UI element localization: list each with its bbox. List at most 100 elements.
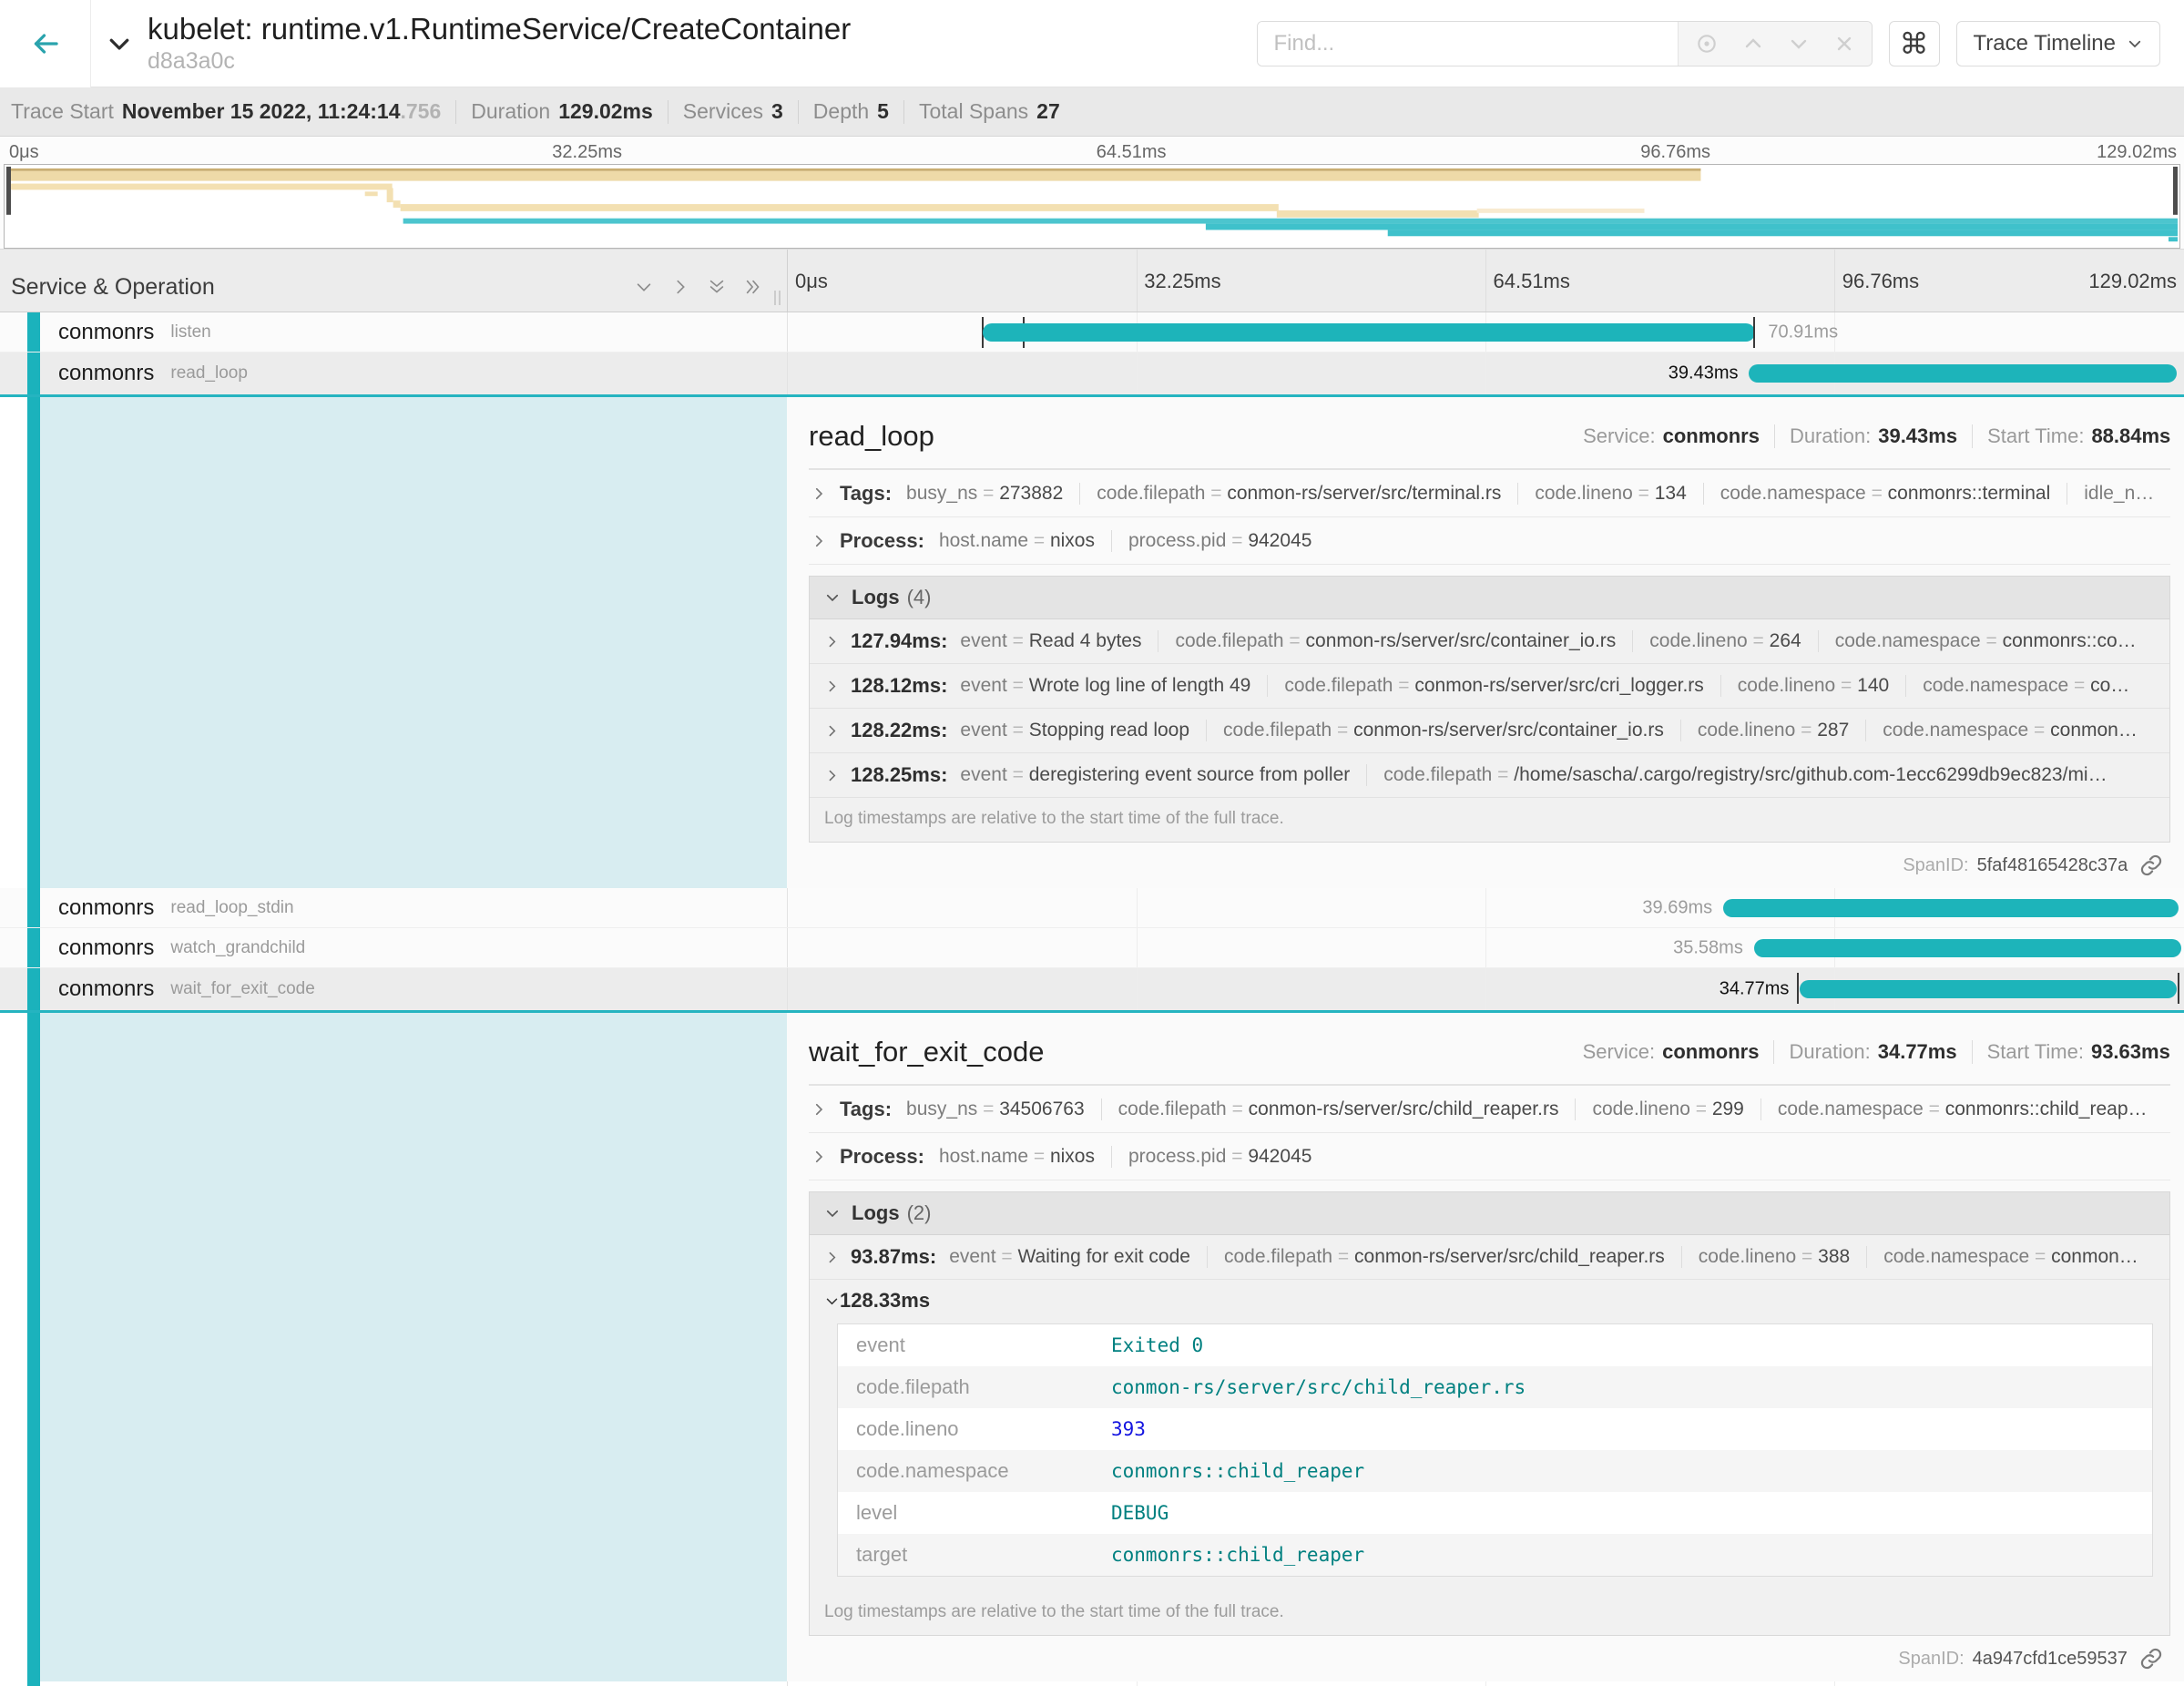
services-label: Services [683, 99, 763, 124]
chevron-down-icon [2127, 36, 2143, 52]
span-bar-cell[interactable]: 34.77ms [787, 968, 2184, 1010]
double-chevron-right-icon[interactable] [743, 277, 763, 297]
span-detail-read-loop: read_loop Service: conmonrs Duration: 39… [0, 394, 2184, 888]
kv-pair: code.namespace = conmon… [1865, 720, 2154, 741]
viewport-scrubber-left[interactable] [6, 167, 11, 215]
view-selector-button[interactable]: Trace Timeline [1956, 21, 2161, 66]
log-entry[interactable]: 128.22ms: event = Stopping read loopcode… [810, 709, 2169, 753]
process-accordion[interactable]: Process: host.name = nixosprocess.pid = … [809, 517, 2170, 565]
span-bar-cell[interactable]: 70.91ms [787, 312, 2184, 352]
deep-link-icon[interactable] [2139, 853, 2163, 877]
span-row-wait-for-exit-code[interactable]: conmonrs wait_for_exit_code 34.77ms [0, 968, 2184, 1010]
span-duration-label: 39.69ms [1642, 897, 1712, 918]
viewport-scrubber-right[interactable] [2173, 167, 2178, 215]
tags-accordion[interactable]: Tags: busy_ns = 273882code.filepath = co… [809, 470, 2170, 517]
kv-pair: code.filepath = conmon-rs/server/src/con… [1158, 630, 1632, 652]
prev-result-icon[interactable] [1742, 33, 1764, 55]
trace-minimap: 0μs 32.25ms 64.51ms 96.76ms 129.02ms [0, 137, 2184, 249]
start-time-label: Start Time: [1987, 1040, 2084, 1064]
span-bar[interactable] [1754, 939, 2181, 957]
log-entry[interactable]: 93.87ms: event = Waiting for exit codeco… [810, 1235, 2169, 1280]
service-accent-bar [27, 928, 40, 967]
kv-pair: event = deregistering event source from … [960, 764, 1366, 786]
kv-pair: code.filepath = conmon-rs/server/src/con… [1206, 720, 1680, 741]
log-field-row: levelDEBUG [838, 1492, 2152, 1534]
logs-label: Logs [852, 586, 900, 609]
logs-count: (4) [907, 586, 932, 609]
tick-label: 32.25ms [552, 142, 622, 163]
find-input[interactable] [1258, 22, 1678, 66]
chevron-right-icon [811, 485, 827, 502]
span-bar[interactable] [983, 323, 1756, 342]
span-row-read-loop-stdin[interactable]: conmonrs read_loop_stdin 39.69ms [0, 888, 2184, 928]
minimap-canvas[interactable] [4, 164, 2180, 249]
log-timestamps-note: Log timestamps are relative to the start… [810, 1591, 2169, 1635]
log-timestamp: 127.94ms: [851, 629, 947, 653]
logs-accordion-header[interactable]: Logs (4) [810, 577, 2169, 619]
tick-label: 64.51ms [1097, 142, 1167, 163]
log-entry[interactable]: 128.25ms: event = deregistering event so… [810, 753, 2169, 798]
kv-pair: code.namespace = conmon… [1866, 1246, 2155, 1268]
log-entry[interactable]: 127.94ms: event = Read 4 bytescode.filep… [810, 619, 2169, 664]
trace-id: d8a3a0c [148, 48, 851, 75]
span-row-read-loop[interactable]: conmonrs read_loop 39.43ms [0, 353, 2184, 394]
span-name-cell: conmonrs read_loop_stdin [0, 888, 787, 927]
operation-name: listen [170, 322, 210, 342]
column-resizer-handle[interactable] [771, 288, 785, 308]
trace-start-label: Trace Start [11, 99, 114, 124]
span-row-watch-grandchild[interactable]: conmonrs watch_grandchild 35.58ms [0, 928, 2184, 968]
kv-pair: code.lineno = 140 [1720, 675, 1905, 697]
locate-icon[interactable] [1695, 32, 1719, 56]
log-entry-expanded-header[interactable]: 128.33ms [810, 1280, 2169, 1322]
span-bar[interactable] [1723, 899, 2179, 917]
service-operation-title: Service & Operation [11, 274, 215, 301]
span-bar[interactable] [1749, 364, 2177, 383]
process-label: Process: [840, 1145, 924, 1169]
deep-link-icon[interactable] [2139, 1647, 2163, 1671]
chevron-right-icon [811, 1101, 827, 1118]
service-value: conmonrs [1662, 1040, 1759, 1064]
chevron-right-icon[interactable] [670, 277, 690, 297]
chevron-right-icon [824, 723, 840, 739]
detail-indent-area [0, 1013, 787, 1681]
chevron-down-icon[interactable] [634, 277, 654, 297]
tick-label: 96.76ms [1640, 142, 1710, 163]
logs-accordion-header[interactable]: Logs (2) [810, 1192, 2169, 1235]
tags-accordion[interactable]: Tags: busy_ns = 34506763code.filepath = … [809, 1086, 2170, 1133]
span-detail-wait-for-exit-code: wait_for_exit_code Service: conmonrs Dur… [0, 1010, 2184, 1681]
span-row-listen[interactable]: conmonrs listen 70.91ms [0, 312, 2184, 353]
next-result-icon[interactable] [1788, 33, 1810, 55]
timeline-tick-header: 0μs 32.25ms 64.51ms 96.76ms 129.02ms [787, 250, 2184, 312]
collapse-header-toggle[interactable] [91, 0, 148, 87]
kv-pair: code.filepath = conmon-rs/server/src/chi… [1207, 1246, 1681, 1268]
log-fields: event = Wrote log line of length 49code.… [960, 675, 2146, 697]
log-entry[interactable]: 128.12ms: event = Wrote log line of leng… [810, 664, 2169, 709]
log-field-row: code.filepathconmon-rs/server/src/child_… [838, 1366, 2152, 1408]
back-button[interactable] [0, 0, 91, 87]
trace-title-block: kubelet: runtime.v1.RuntimeService/Creat… [148, 12, 851, 76]
tags-list: busy_ns = 273882code.filepath = conmon-r… [906, 483, 2170, 505]
tick-label: 0μs [9, 142, 39, 163]
span-bar-cell[interactable]: 39.69ms [787, 888, 2184, 927]
double-chevron-down-icon[interactable] [707, 277, 727, 297]
clear-search-icon[interactable] [1833, 33, 1855, 55]
service-name: conmonrs [58, 976, 154, 1002]
trace-timeline-page: kubelet: runtime.v1.RuntimeService/Creat… [0, 0, 2184, 1686]
span-bar[interactable] [1800, 980, 2177, 998]
chevron-right-icon [824, 679, 840, 694]
keyboard-shortcuts-button[interactable]: ⌘ [1889, 21, 1940, 66]
service-accent-bar [27, 353, 40, 394]
span-row-write-exit-path[interactable]: conmonrs write_exit_path 303μs [0, 1681, 2184, 1686]
kv-pair: code.lineno = 287 [1680, 720, 1865, 741]
services-value: 3 [771, 99, 783, 124]
log-timestamp: 128.33ms [840, 1289, 930, 1313]
service-value: conmonrs [1663, 424, 1760, 448]
span-name-cell: conmonrs write_exit_path [0, 1681, 787, 1686]
span-bar-cell[interactable]: 39.43ms [787, 353, 2184, 394]
span-bar-cell[interactable]: 303μs [787, 1681, 2184, 1686]
service-label: Service: [1583, 1040, 1655, 1064]
span-bar-cell[interactable]: 35.58ms [787, 928, 2184, 967]
span-table-header: Service & Operation 0μs 32.25ms 64.51ms … [0, 249, 2184, 312]
process-accordion[interactable]: Process: host.name = nixosprocess.pid = … [809, 1133, 2170, 1180]
minimap-tick-labels: 0μs 32.25ms 64.51ms 96.76ms 129.02ms [4, 137, 2180, 164]
